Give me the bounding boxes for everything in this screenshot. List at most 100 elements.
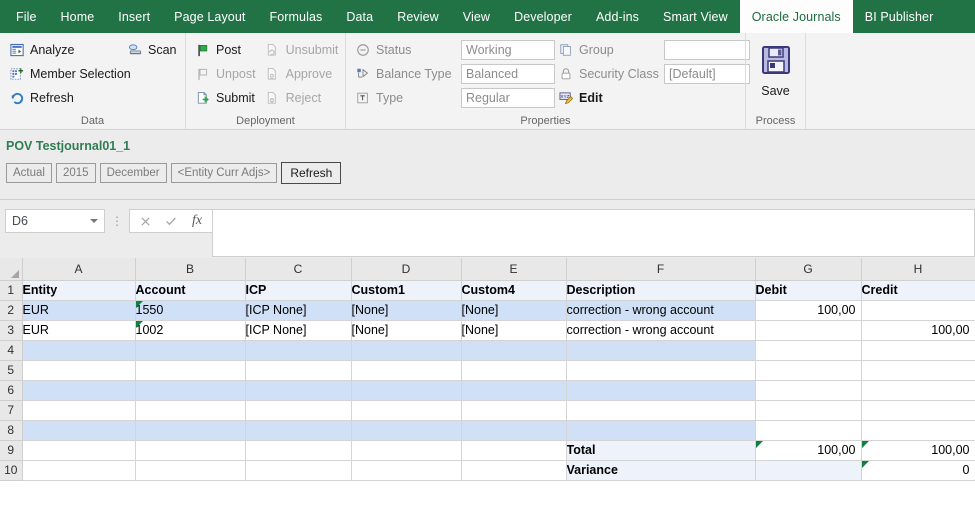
row-header-6[interactable]: 6 [0,380,23,401]
member-selection-command[interactable]: Member Selection [6,62,131,86]
cell-A4[interactable] [22,340,136,361]
cell-A5[interactable] [22,360,136,381]
cell-H3[interactable]: 100,00 [861,320,975,341]
cell-E1[interactable]: Custom4 [461,280,567,301]
cell-H5[interactable] [861,360,975,381]
row-header-5[interactable]: 5 [0,360,23,381]
pov-chip-4[interactable]: <Entity Curr Adjs> [170,163,278,183]
cell-A7[interactable] [22,400,136,421]
cell-C8[interactable] [245,420,352,441]
balance-type-value-box[interactable]: Balanced [461,64,555,84]
column-header-F[interactable]: F [566,258,756,281]
cancel-x-icon[interactable] [132,210,158,232]
column-header-C[interactable]: C [245,258,352,281]
row-header-4[interactable]: 4 [0,340,23,361]
cell-B6[interactable] [135,380,246,401]
cell-G5[interactable] [755,360,862,381]
pov-chip-2[interactable]: 2015 [55,163,96,183]
column-header-H[interactable]: H [861,258,975,281]
cell-G1[interactable]: Debit [755,280,862,301]
row-header-3[interactable]: 3 [0,320,23,341]
approve-command[interactable]: Approve [262,62,345,86]
cell-A8[interactable] [22,420,136,441]
cell-H1[interactable]: Credit [861,280,975,301]
cell-D6[interactable] [351,380,462,401]
formula-bar-grip[interactable]: ⋮ [105,209,129,233]
cell-H4[interactable] [861,340,975,361]
security-class-value-box[interactable]: [Default] [664,64,750,84]
cell-E4[interactable] [461,340,567,361]
cell-C2[interactable]: [ICP None] [245,300,352,321]
cell-C1[interactable]: ICP [245,280,352,301]
cell-F3[interactable]: correction - wrong account [566,320,756,341]
cell-C9[interactable] [245,440,352,461]
edit-command[interactable]: XYZ Edit [555,86,609,110]
cell-A10[interactable] [22,460,136,481]
cell-E10[interactable] [461,460,567,481]
cell-B5[interactable] [135,360,246,381]
unpost-command[interactable]: Unpost [192,62,262,86]
cell-F6[interactable] [566,380,756,401]
cell-F9[interactable]: Total [566,440,756,461]
cell-D5[interactable] [351,360,462,381]
cell-H10[interactable]: 0 [861,460,975,481]
cell-E9[interactable] [461,440,567,461]
row-header-9[interactable]: 9 [0,440,23,461]
confirm-check-icon[interactable] [158,210,184,232]
cell-B7[interactable] [135,400,246,421]
type-value-box[interactable]: Regular [461,88,555,108]
cell-F5[interactable] [566,360,756,381]
cell-E3[interactable]: [None] [461,320,567,341]
cell-H6[interactable] [861,380,975,401]
ribbon-tab-page-layout[interactable]: Page Layout [162,0,257,33]
scan-command[interactable]: Scan [124,38,183,62]
cell-C4[interactable] [245,340,352,361]
cell-A2[interactable]: EUR [22,300,136,321]
name-box[interactable]: D6 [5,209,105,233]
refresh-command[interactable]: Refresh [6,86,124,110]
cell-G3[interactable] [755,320,862,341]
cell-D9[interactable] [351,440,462,461]
cell-H2[interactable] [861,300,975,321]
cell-G2[interactable]: 100,00 [755,300,862,321]
row-header-8[interactable]: 8 [0,420,23,441]
post-command[interactable]: Post [192,38,262,62]
pov-chip-1[interactable]: Actual [6,163,52,183]
ribbon-tab-smart-view[interactable]: Smart View [651,0,740,33]
reject-command[interactable]: Reject [262,86,345,110]
save-button[interactable]: Save [752,38,799,113]
ribbon-tab-home[interactable]: Home [49,0,107,33]
cell-F4[interactable] [566,340,756,361]
ribbon-tab-file[interactable]: File [4,0,49,33]
row-header-7[interactable]: 7 [0,400,23,421]
cell-D1[interactable]: Custom1 [351,280,462,301]
cell-B4[interactable] [135,340,246,361]
cell-C7[interactable] [245,400,352,421]
cell-D4[interactable] [351,340,462,361]
ribbon-tab-review[interactable]: Review [385,0,451,33]
cell-F10[interactable]: Variance [566,460,756,481]
select-all-corner[interactable] [0,258,23,281]
group-value-box[interactable] [664,40,750,60]
ribbon-tab-developer[interactable]: Developer [502,0,584,33]
row-header-1[interactable]: 1 [0,280,23,301]
column-header-E[interactable]: E [461,258,567,281]
cell-A9[interactable] [22,440,136,461]
pov-chip-3[interactable]: December [99,163,167,183]
cell-H9[interactable]: 100,00 [861,440,975,461]
cell-C6[interactable] [245,380,352,401]
cell-G7[interactable] [755,400,862,421]
cell-F1[interactable]: Description [566,280,756,301]
cell-D2[interactable]: [None] [351,300,462,321]
cell-B1[interactable]: Account [135,280,246,301]
cell-G6[interactable] [755,380,862,401]
ribbon-tab-insert[interactable]: Insert [106,0,162,33]
submit-command[interactable]: Submit [192,86,262,110]
cell-F8[interactable] [566,420,756,441]
status-value-box[interactable]: Working [461,40,555,60]
cell-G9[interactable]: 100,00 [755,440,862,461]
ribbon-tab-view[interactable]: View [451,0,502,33]
cell-E2[interactable]: [None] [461,300,567,321]
cell-A1[interactable]: Entity [22,280,136,301]
cell-H8[interactable] [861,420,975,441]
